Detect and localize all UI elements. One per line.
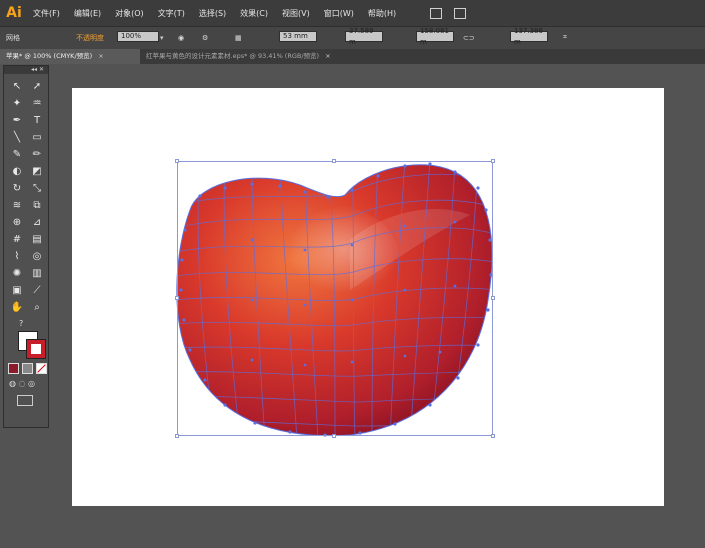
- handle-top-left[interactable]: [175, 159, 179, 163]
- handle-right[interactable]: [491, 296, 495, 300]
- bounding-box[interactable]: [175, 159, 495, 438]
- handle-top[interactable]: [332, 159, 336, 163]
- handle-left[interactable]: [175, 296, 179, 300]
- handle-bottom[interactable]: [332, 434, 336, 438]
- handle-bottom-right[interactable]: [491, 434, 495, 438]
- handle-top-right[interactable]: [491, 159, 495, 163]
- handle-bottom-left[interactable]: [175, 434, 179, 438]
